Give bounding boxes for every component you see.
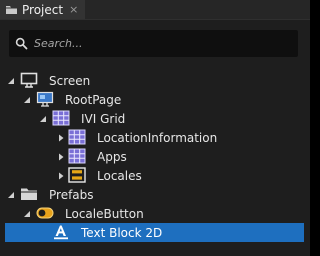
expand-arrow-icon[interactable] [6,190,16,200]
expand-arrow-icon[interactable] [22,95,32,105]
expand-arrow-icon[interactable] [38,114,48,124]
project-panel: Project × Screen RootPage [0,0,310,256]
search-input[interactable] [34,37,274,50]
tree-item-label: Text Block 2D [81,225,163,240]
tree-item-label: Locales [97,168,142,183]
page-icon [36,91,54,107]
folder-icon [21,188,37,200]
tab-label: Project [22,2,64,17]
tree-item-prefabs[interactable]: Prefabs [0,185,310,204]
expand-arrow-icon[interactable] [6,76,16,86]
collapse-arrow-icon[interactable] [56,133,66,143]
tree-item-label: Prefabs [49,187,94,202]
tree-item-apps[interactable]: Apps [0,147,310,166]
collapse-arrow-icon[interactable] [56,171,66,181]
tree-item-label: RootPage [65,92,122,107]
tree-item-text-block-2d[interactable]: Text Block 2D [5,223,304,242]
tree-item-label: IVI Grid [81,111,126,126]
stack-panel-icon [68,167,86,183]
tab-strip: Project × [0,0,310,20]
grid-icon [52,110,70,126]
tree-item-localebutton[interactable]: LocaleButton [0,204,310,223]
tree-item-label: LocationInformation [97,130,218,145]
tree-item-locales[interactable]: Locales [0,166,310,185]
tree-item-label: Screen [49,73,91,88]
monitor-icon [20,72,38,88]
search-icon [15,37,28,50]
toggle-button-icon [36,207,54,219]
tab-close-icon[interactable]: × [69,4,78,15]
project-folder-icon [6,6,17,14]
tree-item-ivi-grid[interactable]: IVI Grid [0,109,310,128]
tree-item-locationinformation[interactable]: LocationInformation [0,128,310,147]
expand-arrow-icon[interactable] [22,209,32,219]
grid-icon [68,148,86,164]
tree-item-rootpage[interactable]: RootPage [0,90,310,109]
tree-item-label: Apps [97,149,127,164]
tab-project[interactable]: Project × [0,0,85,19]
tree-item-label: LocaleButton [65,206,144,221]
tree-item-screen[interactable]: Screen [0,71,310,90]
collapse-arrow-icon[interactable] [56,152,66,162]
search-box[interactable] [9,30,298,57]
grid-icon [68,129,86,145]
text-block-icon [54,225,68,240]
